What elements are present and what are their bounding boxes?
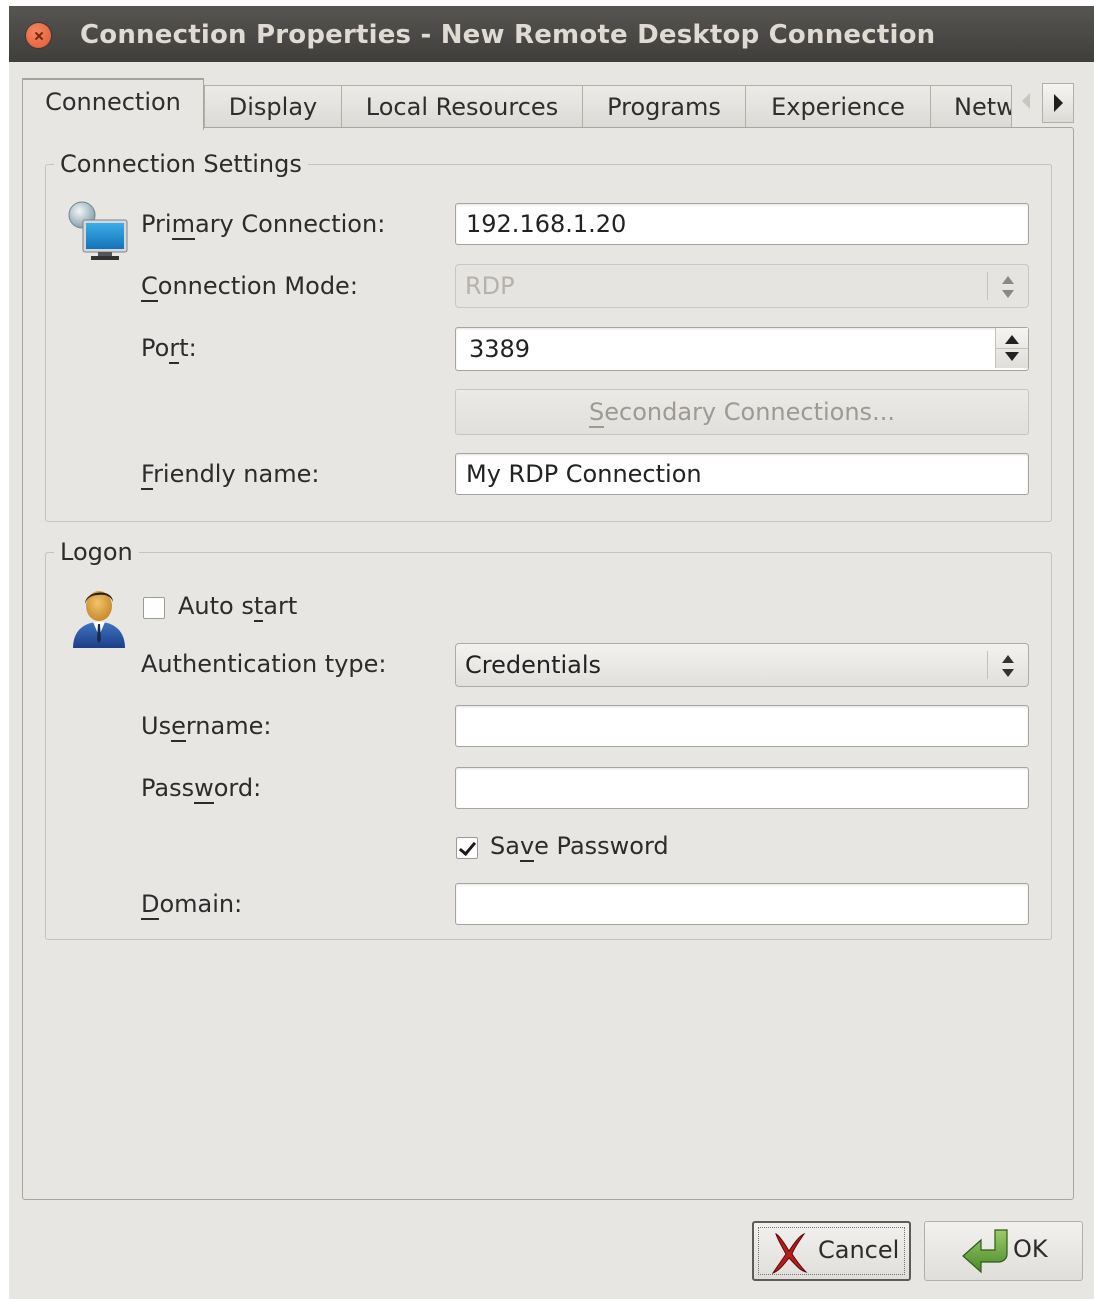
- cancel-label: Cancel: [818, 1236, 900, 1264]
- save-password-checkbox[interactable]: [456, 837, 478, 859]
- port-spinbox[interactable]: 3389: [455, 327, 1029, 371]
- updown-arrows-icon: [1002, 655, 1014, 677]
- tab-programs[interactable]: Programs: [582, 85, 746, 128]
- connection-mode-value: RDP: [465, 272, 515, 300]
- friendly-name-label: Friendly name:: [141, 460, 320, 490]
- username-input[interactable]: [455, 705, 1029, 747]
- tab-scroll-left-button[interactable]: [1012, 83, 1042, 121]
- cancel-x-icon: [771, 1232, 808, 1274]
- port-spin-buttons[interactable]: [995, 328, 1028, 368]
- authentication-type-label: Authentication type:: [141, 650, 387, 678]
- tab-bar: Connection Display Local Resources Progr…: [22, 78, 1077, 130]
- tab-content-pane: Connection Settings Primary Connection: …: [22, 127, 1074, 1200]
- authentication-type-value: Credentials: [465, 651, 602, 679]
- close-window-button[interactable]: [26, 23, 51, 48]
- port-value: 3389: [469, 335, 531, 363]
- tab-local-resources[interactable]: Local Resources: [341, 85, 583, 128]
- username-label: Username:: [141, 712, 272, 742]
- combo-separator: [987, 651, 988, 679]
- tab-display[interactable]: Display: [204, 85, 342, 128]
- tab-experience[interactable]: Experience: [745, 85, 931, 128]
- window-title: Connection Properties - New Remote Deskt…: [80, 20, 936, 50]
- combo-separator: [987, 272, 988, 300]
- save-password-label[interactable]: Save Password: [490, 832, 669, 862]
- tab-network[interactable]: Netw: [930, 85, 1012, 127]
- primary-connection-label: Primary Connection:: [141, 210, 386, 240]
- domain-label: Domain:: [141, 890, 243, 920]
- spin-down-icon[interactable]: [1005, 352, 1019, 361]
- authentication-type-select[interactable]: Credentials: [455, 643, 1029, 687]
- logon-legend: Logon: [60, 538, 133, 566]
- cancel-button[interactable]: Cancel: [752, 1221, 911, 1281]
- title-bar[interactable]: Connection Properties - New Remote Deskt…: [9, 6, 1094, 62]
- network-computer-icon: [68, 201, 128, 260]
- user-icon: [73, 591, 125, 648]
- secondary-connections-button[interactable]: Secondary Connections...: [455, 389, 1029, 435]
- domain-input[interactable]: [455, 883, 1029, 925]
- connection-mode-label: Connection Mode:: [141, 272, 358, 302]
- updown-arrows-icon: [1002, 276, 1014, 298]
- auto-start-checkbox[interactable]: [143, 597, 165, 619]
- spin-up-icon[interactable]: [1005, 335, 1019, 344]
- ok-label: OK: [1013, 1235, 1048, 1263]
- connection-mode-select[interactable]: RDP: [455, 264, 1029, 308]
- ok-button[interactable]: OK: [924, 1221, 1083, 1281]
- port-label: Port:: [141, 334, 197, 364]
- password-label: Password:: [141, 774, 262, 804]
- primary-connection-input[interactable]: 192.168.1.20: [455, 203, 1029, 245]
- ok-arrow-icon: [962, 1229, 1008, 1274]
- tab-scroll-right-button[interactable]: [1042, 83, 1074, 123]
- password-input[interactable]: [455, 767, 1029, 809]
- friendly-name-input[interactable]: My RDP Connection: [455, 453, 1029, 495]
- tab-connection[interactable]: Connection: [22, 78, 204, 130]
- connection-settings-legend: Connection Settings: [60, 150, 302, 178]
- auto-start-label[interactable]: Auto start: [178, 592, 297, 622]
